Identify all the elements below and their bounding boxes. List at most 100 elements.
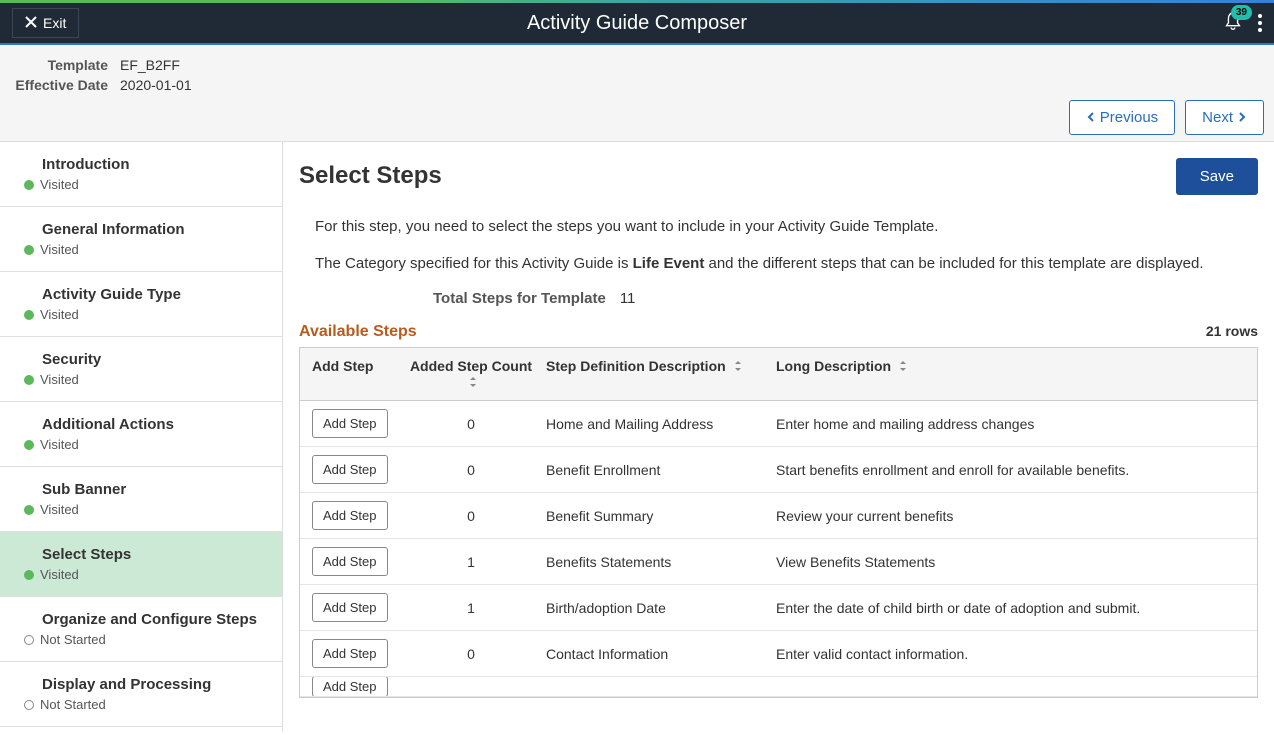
status-dot-icon: [24, 180, 34, 190]
add-step-button[interactable]: Add Step: [312, 409, 388, 438]
status-dot-icon: [24, 375, 34, 385]
status-dot-icon: [24, 245, 34, 255]
actions-menu-button[interactable]: [1254, 10, 1266, 36]
sidebar-item-status: Not Started: [24, 632, 272, 647]
close-icon: [25, 15, 37, 31]
template-value: EF_B2FF: [120, 57, 180, 73]
sidebar-item-title: Additional Actions: [42, 416, 272, 433]
add-step-button[interactable]: Add Step: [312, 677, 388, 697]
cell-count: 0: [396, 462, 546, 478]
page-title: Activity Guide Composer: [527, 12, 747, 35]
cell-count: 0: [396, 416, 546, 432]
cell-count: 0: [396, 646, 546, 662]
cell-definition: Benefits Statements: [546, 554, 776, 570]
status-dot-icon: [24, 570, 34, 580]
sidebar-item-title: Security: [42, 351, 272, 368]
status-text: Visited: [40, 502, 79, 517]
sidebar-item-status: Visited: [24, 372, 272, 387]
chevron-left-icon: [1086, 109, 1096, 126]
sidebar-item-select-steps[interactable]: Select Steps Visited: [0, 532, 282, 597]
add-step-button[interactable]: Add Step: [312, 547, 388, 576]
notification-count-badge: 39: [1231, 5, 1252, 20]
sidebar-item-title: Select Steps: [42, 546, 272, 563]
sidebar-item-introduction[interactable]: Introduction Visited: [0, 142, 282, 207]
sidebar-item-activity-guide-type[interactable]: Activity Guide TypeVisited: [0, 272, 282, 337]
status-dot-icon: [24, 440, 34, 450]
status-dot-icon: [24, 700, 34, 710]
sidebar-item-security[interactable]: Security Visited: [0, 337, 282, 402]
save-button[interactable]: Save: [1176, 158, 1258, 195]
description-line-1: For this step, you need to select the st…: [315, 216, 1258, 237]
sort-icon: [469, 374, 477, 390]
table-row: Add Step0Home and Mailing AddressEnter h…: [300, 401, 1257, 447]
status-text: Visited: [40, 437, 79, 452]
step-sidebar[interactable]: IntroductionVisitedGeneral InformationVi…: [0, 142, 283, 732]
bell-icon: [1222, 20, 1244, 36]
sidebar-item-status: Visited: [24, 502, 272, 517]
previous-button[interactable]: Previous: [1069, 100, 1175, 135]
col-step-definition[interactable]: Step Definition Description: [546, 358, 776, 390]
cell-long-description: Review your current benefits: [776, 508, 1251, 524]
sidebar-item-sub-banner[interactable]: Sub Banner Visited: [0, 467, 282, 532]
cell-count: 0: [396, 508, 546, 524]
cell-definition: Contact Information: [546, 646, 776, 662]
effective-date-label: Effective Date: [8, 77, 108, 93]
sidebar-item-title: Display and Processing: [42, 676, 272, 693]
exit-label: Exit: [43, 15, 66, 31]
add-step-button[interactable]: Add Step: [312, 455, 388, 484]
status-text: Not Started: [40, 632, 106, 647]
col-add-step: Add Step: [306, 358, 396, 390]
status-text: Visited: [40, 567, 79, 582]
total-steps-value: 11: [620, 290, 636, 307]
next-button[interactable]: Next: [1185, 100, 1264, 135]
table-row: Add Step 1Birth/adoption DateEnter the da…: [300, 585, 1257, 631]
sidebar-item-organize-and-configure-steps[interactable]: Organize and Configure Steps Not Started: [0, 597, 282, 662]
cell-definition: Benefit Enrollment: [546, 462, 776, 478]
cell-long-description: View Benefits Statements: [776, 554, 1251, 570]
row-count: 21 rows: [1206, 323, 1258, 339]
sidebar-item-additional-actions[interactable]: Additional Actions Visited: [0, 402, 282, 467]
total-steps-label: Total Steps for Template: [433, 290, 606, 307]
status-text: Visited: [40, 307, 79, 322]
sidebar-item-display-and-processing[interactable]: Display and Processing Not Started: [0, 662, 282, 727]
description-line-2: The Category specified for this Activity…: [315, 253, 1258, 274]
cell-definition: Birth/adoption Date: [546, 600, 776, 616]
status-dot-icon: [24, 310, 34, 320]
sidebar-item-status: Visited: [24, 567, 272, 582]
col-long-description[interactable]: Long Description: [776, 358, 1251, 390]
sidebar-item-status: Visited: [24, 307, 272, 322]
available-steps-grid: Add Step Added Step Count Step Definitio…: [299, 347, 1258, 698]
status-dot-icon: [24, 635, 34, 645]
context-bar: Template EF_B2FF Effective Date 2020-01-…: [0, 45, 1274, 142]
sidebar-item-general-information[interactable]: General InformationVisited: [0, 207, 282, 272]
cell-definition: Benefit Summary: [546, 508, 776, 524]
next-label: Next: [1202, 109, 1233, 126]
sidebar-item-status: Not Started: [24, 697, 272, 712]
main-heading: Select Steps: [299, 162, 1258, 190]
cell-long-description: Enter the date of child birth or date of…: [776, 600, 1251, 616]
sidebar-item-status: Visited: [24, 177, 272, 192]
sidebar-item-title: Introduction: [42, 156, 272, 173]
add-step-button[interactable]: Add Step: [312, 639, 388, 668]
app-header: Exit Activity Guide Composer 39: [0, 3, 1274, 43]
sidebar-item-title: Organize and Configure Steps: [42, 611, 272, 628]
exit-button[interactable]: Exit: [12, 8, 79, 38]
grid-header: Add Step Added Step Count Step Definitio…: [300, 348, 1257, 401]
status-text: Visited: [40, 177, 79, 192]
template-label: Template: [8, 57, 108, 73]
col-added-count[interactable]: Added Step Count: [396, 358, 546, 390]
notifications-button[interactable]: 39: [1222, 11, 1244, 36]
add-step-button[interactable]: Add Step: [312, 501, 388, 530]
table-row: Add Step: [300, 677, 1257, 697]
chevron-right-icon: [1237, 109, 1247, 126]
cell-count: 1: [396, 600, 546, 616]
sidebar-item-title: Sub Banner: [42, 481, 272, 498]
cell-long-description: Enter valid contact information.: [776, 646, 1251, 662]
cell-long-description: Start benefits enrollment and enroll for…: [776, 462, 1251, 478]
table-row: Add Step1Benefits StatementsView Benefit…: [300, 539, 1257, 585]
add-step-button[interactable]: Add Step: [312, 593, 388, 622]
status-text: Visited: [40, 372, 79, 387]
status-text: Visited: [40, 242, 79, 257]
sort-icon: [734, 358, 742, 374]
available-steps-heading: Available Steps: [299, 323, 1258, 341]
